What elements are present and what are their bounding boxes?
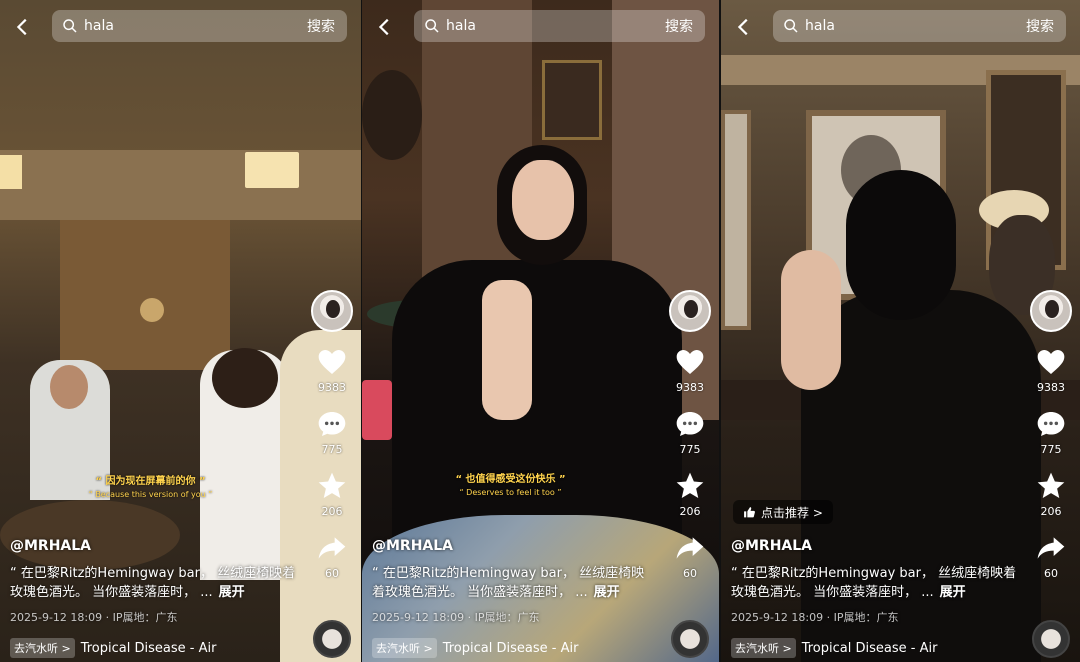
- search-icon: [63, 19, 77, 33]
- search-query[interactable]: hala: [84, 18, 307, 34]
- heart-icon: [676, 350, 704, 374]
- expand-link[interactable]: 展开: [219, 585, 245, 600]
- recommend-label: 点击推荐 >: [761, 505, 823, 520]
- comment-count: 775: [679, 443, 701, 456]
- avatar[interactable]: [311, 290, 353, 332]
- post-caption: @MRHALA “ 在巴黎Ritz的Hemingway bar， 丝绒座椅映着玫…: [372, 538, 657, 625]
- username[interactable]: @MRHALA: [10, 538, 299, 554]
- heart-icon: [1037, 350, 1065, 374]
- favorite-button[interactable]: 206: [316, 470, 348, 518]
- search-icon: [425, 19, 439, 33]
- comment-count: 775: [1040, 443, 1062, 456]
- music-bar[interactable]: 去汽水听 > Tropical Disease - Air: [10, 638, 216, 658]
- comment-button[interactable]: 775: [674, 408, 706, 456]
- avatar[interactable]: [669, 290, 711, 332]
- subtitle-cn: “ 因为现在屏幕前的你 ”: [95, 476, 206, 487]
- favorite-count: 206: [679, 505, 701, 518]
- like-button[interactable]: 9383: [674, 346, 706, 394]
- action-column: 9383 775 206 60: [309, 290, 355, 580]
- favorite-button[interactable]: 206: [674, 470, 706, 518]
- recommend-button[interactable]: 点击推荐 >: [733, 500, 833, 524]
- like-count: 9383: [676, 381, 704, 394]
- post-meta: 2025-9-12 18:09 · IP属地：广东: [731, 611, 899, 624]
- description-text: “ 在巴黎Ritz的Hemingway bar， 丝绒座椅映着玫瑰色酒光。 当你…: [10, 566, 296, 600]
- comment-button[interactable]: 775: [316, 408, 348, 456]
- music-title: Tropical Disease - Air: [442, 640, 579, 656]
- favorite-count: 206: [1040, 505, 1062, 518]
- video-panel-1[interactable]: hala 搜索 9383 775 206 60 “ 因为现在屏幕前的你 ” “ …: [0, 0, 361, 662]
- post-caption: @MRHALA “ 在巴黎Ritz的Hemingway bar， 丝绒座椅映着玫…: [731, 538, 1018, 625]
- star-icon: [318, 472, 346, 498]
- search-bar[interactable]: hala 搜索: [414, 10, 705, 42]
- share-arrow-icon: [318, 537, 346, 559]
- like-button[interactable]: 9383: [1035, 346, 1067, 394]
- music-disc-icon[interactable]: [1032, 620, 1070, 658]
- like-button[interactable]: 9383: [316, 346, 348, 394]
- action-column: 9383 775 206 60: [1028, 290, 1074, 580]
- share-button[interactable]: 60: [674, 532, 706, 580]
- share-count: 60: [325, 567, 339, 580]
- video-panel-2[interactable]: hala 搜索 9383 775 206 60 “ 也值得感受这份快乐 ” “ …: [362, 0, 719, 662]
- music-title: Tropical Disease - Air: [801, 640, 938, 656]
- music-title: Tropical Disease - Air: [80, 640, 217, 656]
- star-icon: [676, 472, 704, 498]
- username[interactable]: @MRHALA: [731, 538, 1018, 554]
- music-disc-icon[interactable]: [313, 620, 351, 658]
- star-icon: [1037, 472, 1065, 498]
- post-caption: @MRHALA “ 在巴黎Ritz的Hemingway bar， 丝绒座椅映着玫…: [10, 538, 299, 625]
- music-bar[interactable]: 去汽水听 > Tropical Disease - Air: [731, 638, 937, 658]
- comment-button[interactable]: 775: [1035, 408, 1067, 456]
- like-count: 9383: [1037, 381, 1065, 394]
- chevron-left-icon[interactable]: [374, 16, 396, 38]
- description: “ 在巴黎Ritz的Hemingway bar， 丝绒座椅映着玫瑰色酒光。 当你…: [731, 564, 1018, 602]
- post-meta: 2025-9-12 18:09 · IP属地：广东: [372, 611, 540, 624]
- avatar[interactable]: [1030, 290, 1072, 332]
- subtitle-en: “ Because this version of you ”: [88, 490, 213, 499]
- chevron-left-icon[interactable]: [733, 16, 755, 38]
- share-arrow-icon: [1037, 537, 1065, 559]
- search-button[interactable]: 搜索: [307, 16, 335, 36]
- video-subtitle: “ 因为现在屏幕前的你 ” “ Because this version of …: [0, 472, 301, 499]
- search-query[interactable]: hala: [446, 18, 665, 34]
- chevron-left-icon[interactable]: [12, 16, 34, 38]
- music-app-tag[interactable]: 去汽水听 >: [731, 638, 796, 658]
- subtitle-cn: “ 也值得感受这份快乐 ”: [455, 474, 566, 485]
- post-meta: 2025-9-12 18:09 · IP属地：广东: [10, 611, 178, 624]
- search-query[interactable]: hala: [805, 18, 1026, 34]
- username[interactable]: @MRHALA: [372, 538, 657, 554]
- favorite-count: 206: [321, 505, 343, 518]
- search-button[interactable]: 搜索: [665, 16, 693, 36]
- search-icon: [784, 19, 798, 33]
- subtitle-en: “ Deserves to feel it too ”: [459, 488, 562, 497]
- video-panel-3[interactable]: hala 搜索 9383 775 206 60 点击推荐 > @MRHALA “…: [721, 0, 1080, 662]
- expand-link[interactable]: 展开: [940, 585, 966, 600]
- music-app-tag[interactable]: 去汽水听 >: [10, 638, 75, 658]
- comment-count: 775: [321, 443, 343, 456]
- favorite-button[interactable]: 206: [1035, 470, 1067, 518]
- action-column: 9383 775 206 60: [667, 290, 713, 580]
- thumbs-up-icon: [744, 506, 755, 517]
- video-subtitle: “ 也值得感受这份快乐 ” “ Deserves to feel it too …: [362, 470, 659, 497]
- description: “ 在巴黎Ritz的Hemingway bar， 丝绒座椅映着玫瑰色酒光。 当你…: [372, 564, 657, 602]
- comment-icon: [1037, 412, 1065, 436]
- description: “ 在巴黎Ritz的Hemingway bar， 丝绒座椅映着玫瑰色酒光。 当你…: [10, 564, 299, 602]
- description-text: “ 在巴黎Ritz的Hemingway bar， 丝绒座椅映着玫瑰色酒光。 当你…: [731, 566, 1017, 600]
- share-arrow-icon: [676, 537, 704, 559]
- like-count: 9383: [318, 381, 346, 394]
- share-button[interactable]: 60: [316, 532, 348, 580]
- search-button[interactable]: 搜索: [1026, 16, 1054, 36]
- comment-icon: [318, 412, 346, 436]
- search-bar[interactable]: hala 搜索: [773, 10, 1066, 42]
- search-bar[interactable]: hala 搜索: [52, 10, 347, 42]
- heart-icon: [318, 350, 346, 374]
- music-bar[interactable]: 去汽水听 > Tropical Disease - Air: [372, 638, 578, 658]
- share-count: 60: [1044, 567, 1058, 580]
- music-app-tag[interactable]: 去汽水听 >: [372, 638, 437, 658]
- share-count: 60: [683, 567, 697, 580]
- music-disc-icon[interactable]: [671, 620, 709, 658]
- comment-icon: [676, 412, 704, 436]
- expand-link[interactable]: 展开: [594, 585, 620, 600]
- share-button[interactable]: 60: [1035, 532, 1067, 580]
